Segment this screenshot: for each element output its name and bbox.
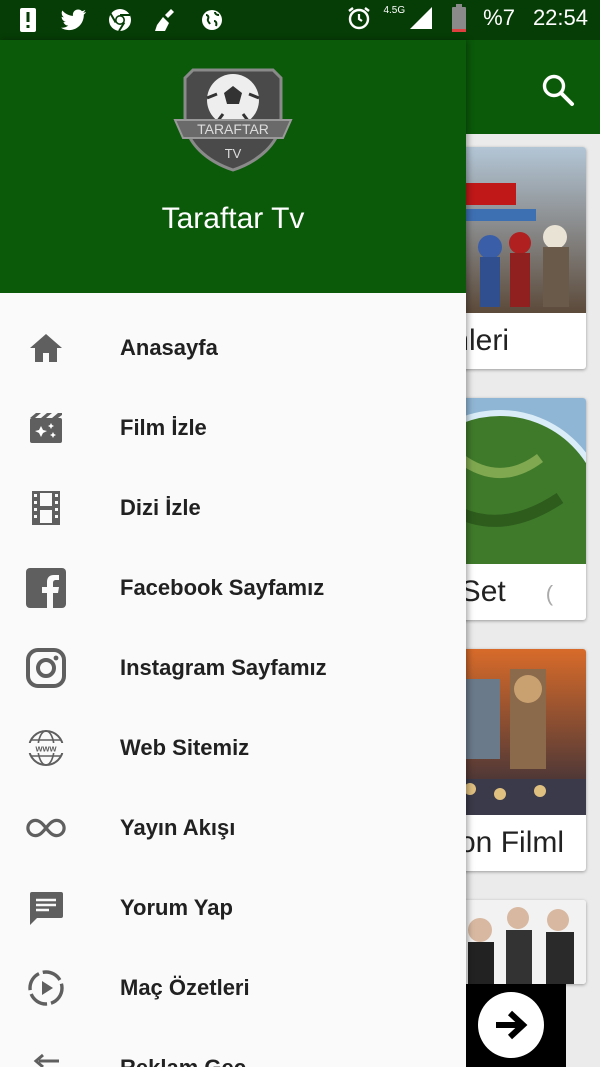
drawer-menu: Anasayfa Film İzle Dizi İzle Facebook Sa… [0, 308, 466, 1067]
movie-icon [26, 408, 66, 448]
menu-label: Anasayfa [120, 335, 218, 360]
menu-item-yorum-yap[interactable]: Yorum Yap [0, 868, 466, 948]
menu-label: Film İzle [120, 415, 207, 440]
home-icon [26, 328, 66, 368]
signal-icon [407, 4, 435, 32]
menu-item-anasayfa[interactable]: Anasayfa [0, 308, 466, 388]
arrow-right-icon [496, 1010, 528, 1040]
menu-label: Dizi İzle [120, 495, 201, 520]
next-button[interactable] [478, 992, 544, 1058]
taraftar-tv-logo: TARAFTAR TV [173, 62, 293, 174]
menu-item-dizi-izle[interactable]: Dizi İzle [0, 468, 466, 548]
battery-icon [445, 4, 473, 32]
logo-sub: TV [225, 146, 242, 161]
film-strip-icon [26, 488, 66, 528]
menu-label: Facebook Sayfamız [120, 575, 325, 600]
menu-item-instagram[interactable]: Instagram Sayfamız [0, 628, 466, 708]
drawer-header: TARAFTAR TV Taraftar Tv [0, 40, 466, 293]
menu-label: Maç Özetleri [120, 975, 250, 1000]
chrome-icon [106, 6, 134, 34]
infinity-icon [26, 808, 66, 848]
menu-item-web-sitemiz[interactable]: www Web Sitemiz [0, 708, 466, 788]
navigation-drawer: TARAFTAR TV Taraftar Tv Anasayfa Film İz… [0, 40, 466, 1067]
facebook-icon [26, 568, 66, 608]
globe-icon [198, 6, 226, 34]
menu-label: Yorum Yap [120, 895, 233, 920]
menu-label: Web Sitemiz [120, 735, 250, 760]
instagram-icon [26, 648, 66, 688]
menu-item-film-izle[interactable]: Film İzle [0, 388, 466, 468]
menu-label: Instagram Sayfamız [120, 655, 327, 680]
menu-item-mac-ozetleri[interactable]: Maç Özetleri [0, 948, 466, 1028]
comment-icon [26, 888, 66, 928]
status-bar: 4.5G %7 22:54 [0, 0, 600, 40]
menu-label: Yayın Akışı [120, 815, 236, 840]
menu-item-yayin-akisi[interactable]: Yayın Akışı [0, 788, 466, 868]
clock: 22:54 [532, 5, 588, 30]
search-icon[interactable] [538, 70, 578, 110]
play-circle-icon [26, 968, 66, 1008]
logo-text: TARAFTAR [197, 121, 269, 137]
network-type: 4.5G [383, 4, 406, 16]
drawer-title: Taraftar Tv [161, 202, 305, 235]
alarm-icon [345, 4, 373, 32]
alert-icon [14, 6, 42, 34]
svg-text:www: www [34, 744, 57, 754]
arrow-right-icon [26, 1048, 66, 1067]
menu-item-reklam-gec[interactable]: Reklam Geç [0, 1028, 466, 1067]
twitter-icon [60, 6, 88, 34]
menu-item-facebook[interactable]: Facebook Sayfamız [0, 548, 466, 628]
menu-label: Reklam Geç [120, 1055, 246, 1067]
battery-percent: %7 [483, 5, 515, 30]
cleaner-icon [152, 6, 180, 34]
www-icon: www [26, 728, 66, 768]
